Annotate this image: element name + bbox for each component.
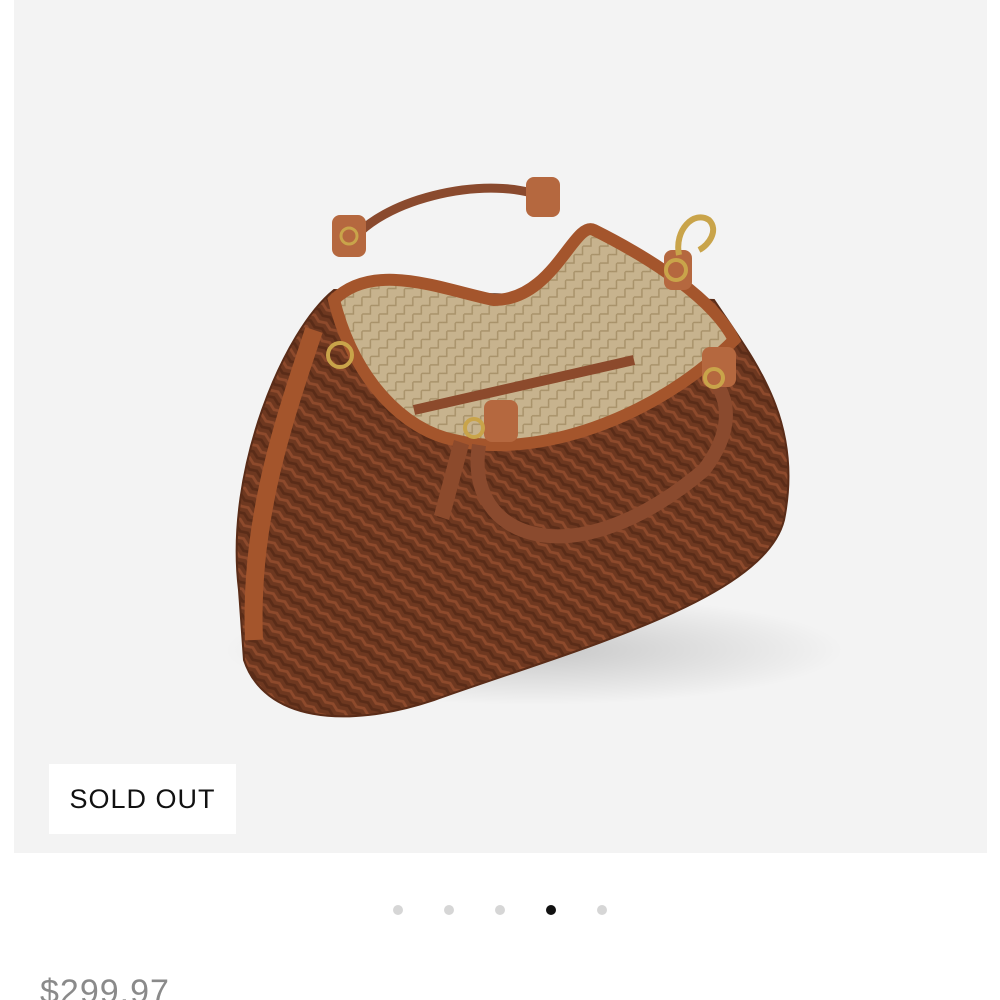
carousel-dot-2[interactable] — [444, 905, 454, 915]
product-price: $299.97 — [40, 973, 170, 1000]
product-image[interactable] — [14, 0, 987, 853]
carousel-dot-1[interactable] — [393, 905, 403, 915]
carousel-dot-4[interactable] — [546, 905, 556, 915]
carousel-dot-3[interactable] — [495, 905, 505, 915]
product-page: SOLD OUT $299.97 — [0, 0, 1000, 1000]
product-image-panel[interactable]: SOLD OUT — [14, 0, 987, 853]
back-handle — [339, 183, 552, 257]
clasp-hook — [664, 214, 717, 290]
carousel-dot-5[interactable] — [597, 905, 607, 915]
carousel-pagination — [0, 905, 1000, 917]
sold-out-badge: SOLD OUT — [49, 764, 236, 834]
